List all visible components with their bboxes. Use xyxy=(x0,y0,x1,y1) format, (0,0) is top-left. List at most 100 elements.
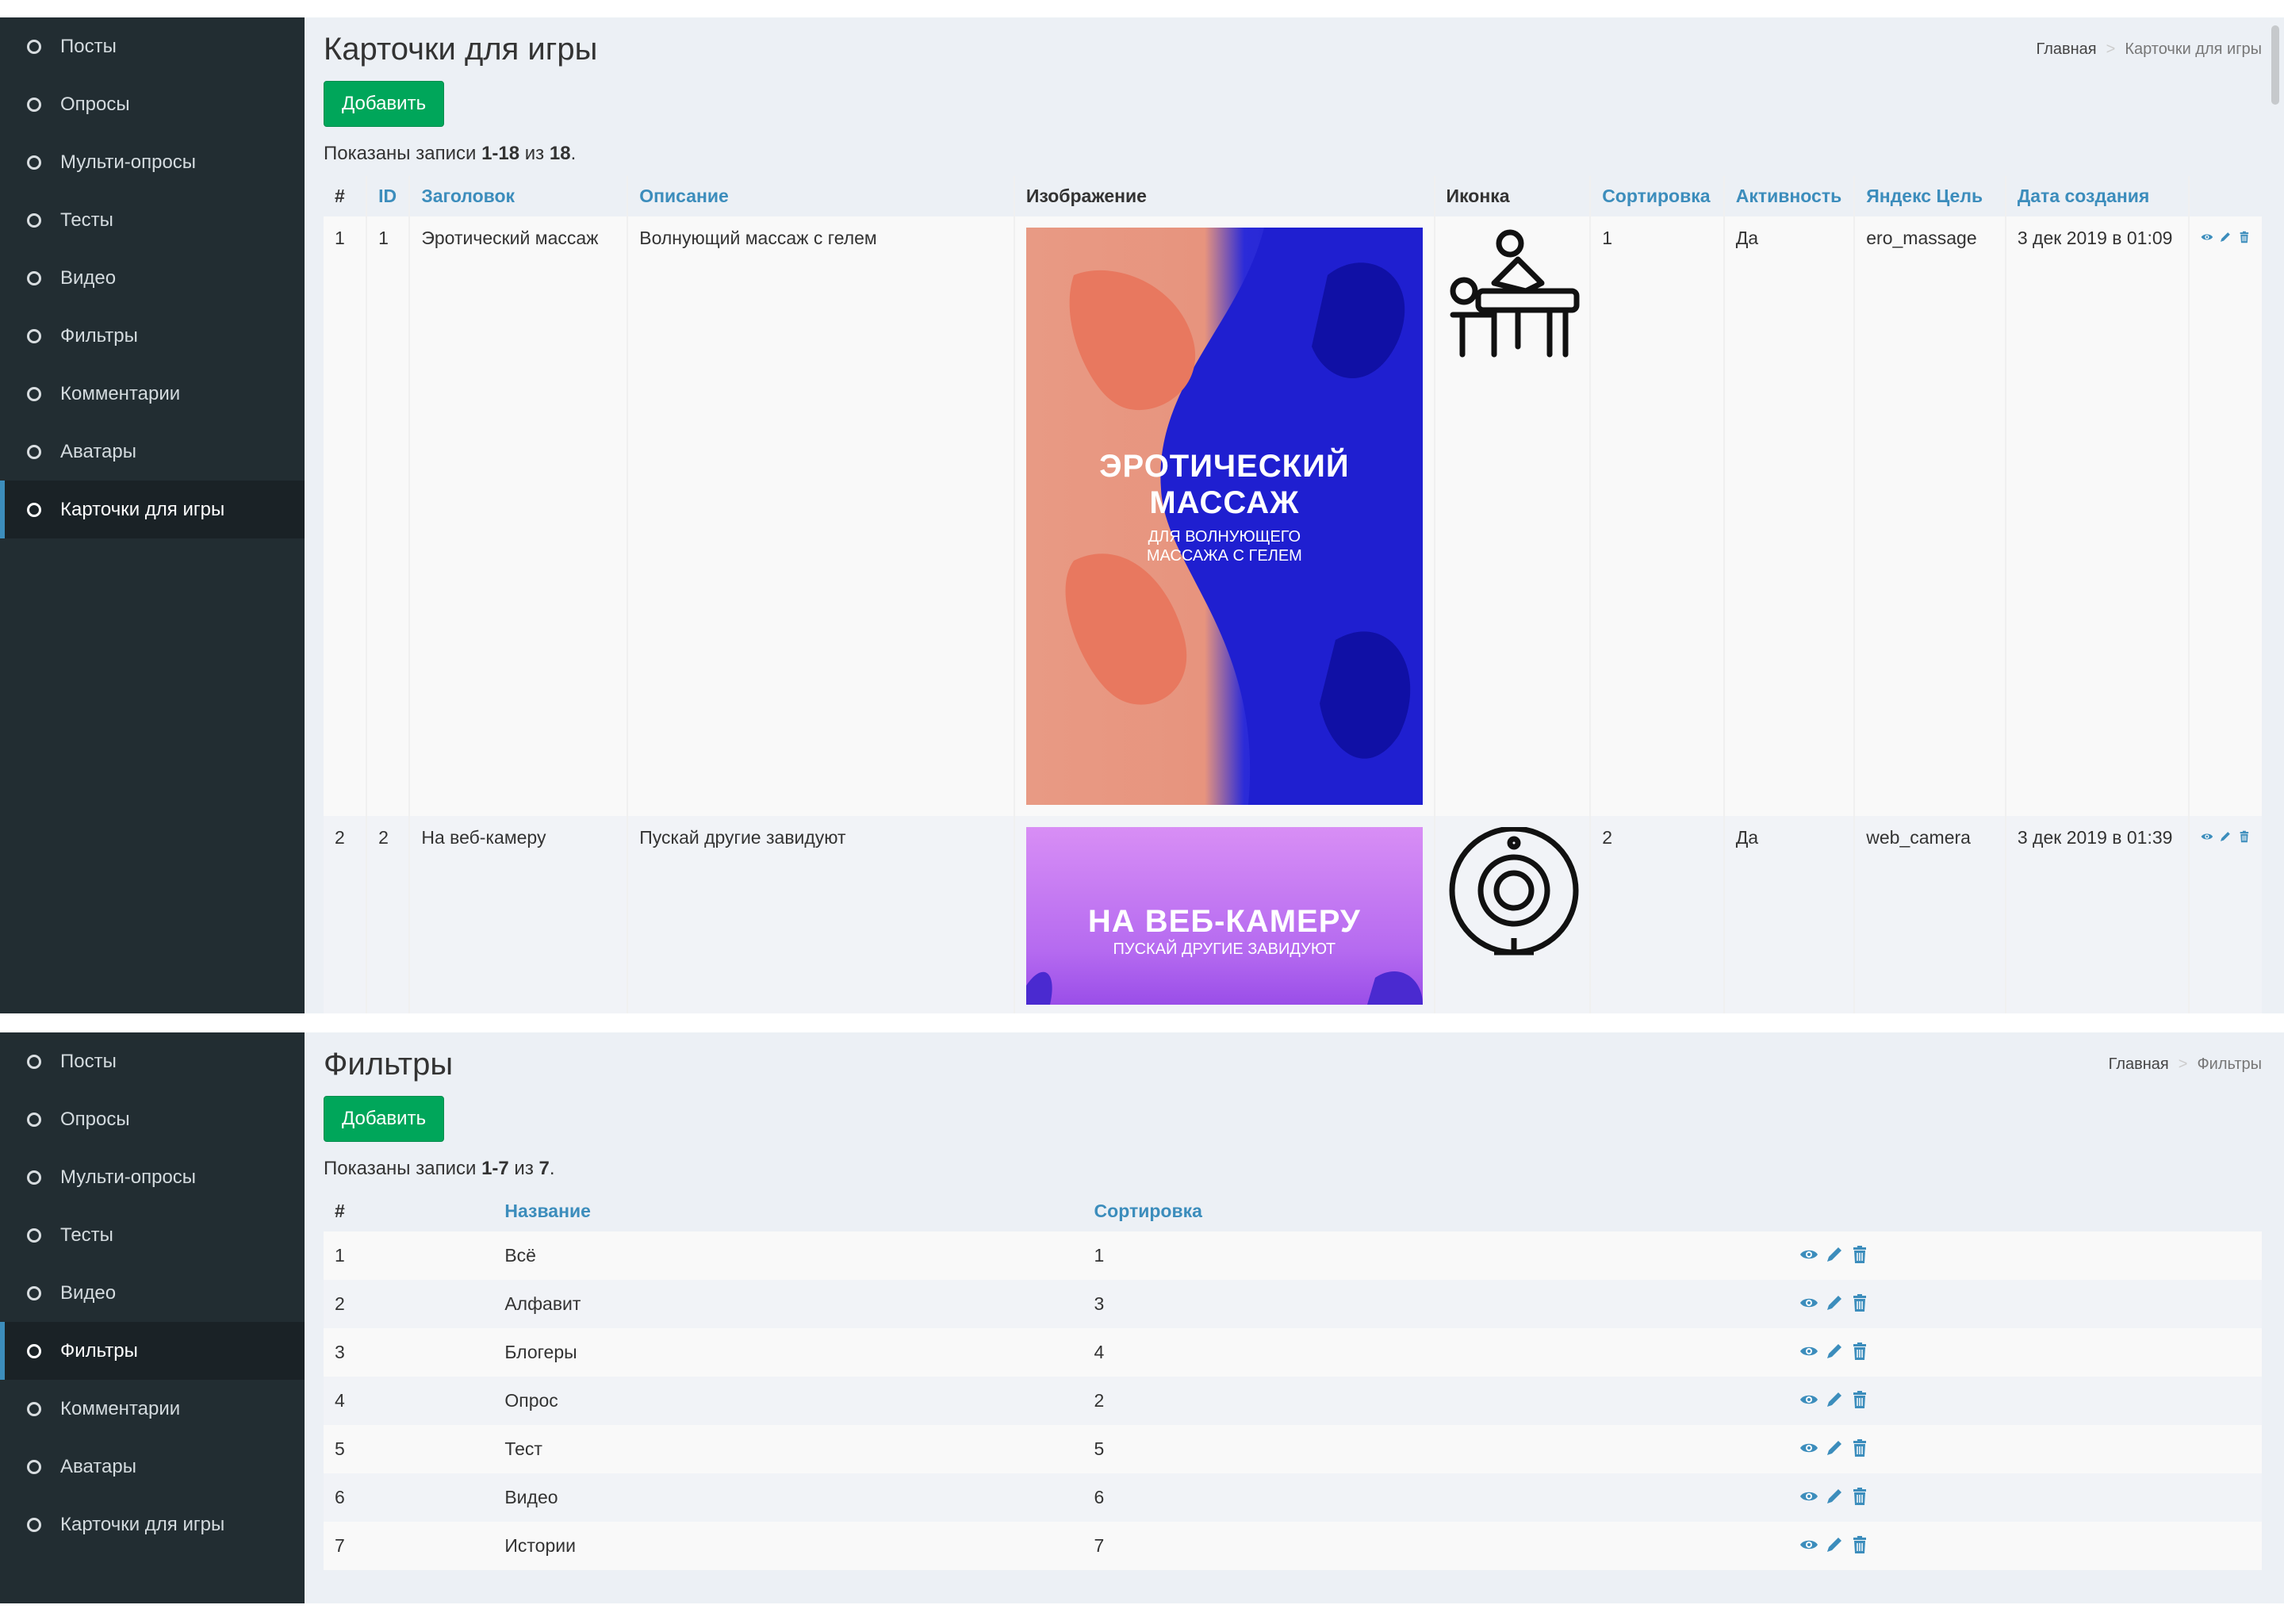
sidebar-item-posts[interactable]: Посты xyxy=(0,17,305,75)
circle-icon xyxy=(27,1285,41,1300)
column-header-created[interactable]: Дата создания xyxy=(2005,176,2190,216)
sidebar-item-multi-polls[interactable]: Мульти-опросы xyxy=(0,1148,305,1206)
cell-icon xyxy=(1434,816,1592,1013)
eye-icon[interactable] xyxy=(2201,827,2213,846)
circle-icon xyxy=(27,1343,41,1358)
pencil-icon[interactable] xyxy=(1825,1487,1844,1506)
cell-yandex-goal: web_camera xyxy=(1854,816,2006,1013)
cell-name: Истории xyxy=(493,1522,1083,1570)
circle-icon xyxy=(27,213,41,228)
eye-icon[interactable] xyxy=(1799,1487,1818,1506)
cell-sort: 3 xyxy=(1083,1280,1788,1328)
eye-icon[interactable] xyxy=(1799,1293,1818,1312)
sidebar-nav: Посты Опросы Мульти-опросы Тесты Видео Ф… xyxy=(0,1032,305,1553)
sidebar-item-multi-polls[interactable]: Мульти-опросы xyxy=(0,133,305,191)
eye-icon[interactable] xyxy=(2201,228,2213,247)
column-header-active[interactable]: Активность xyxy=(1723,176,1856,216)
sidebar-item-game-cards[interactable]: Карточки для игры xyxy=(0,1496,305,1553)
cell-description: Пускай другие завидуют xyxy=(627,816,1015,1013)
sidebar-item-comments[interactable]: Комментарии xyxy=(0,365,305,423)
eye-icon[interactable] xyxy=(1799,1390,1818,1409)
breadcrumb-home-link[interactable]: Главная xyxy=(2109,1055,2169,1073)
column-header-id[interactable]: ID xyxy=(366,176,411,216)
page-title: Фильтры xyxy=(324,1046,454,1082)
pencil-icon[interactable] xyxy=(1825,1245,1844,1264)
cell-id: 2 xyxy=(366,816,411,1013)
column-header-sort[interactable]: Сортировка xyxy=(1590,176,1725,216)
cards-screen: Посты Опросы Мульти-опросы Тесты Видео Ф… xyxy=(0,17,2284,1013)
sidebar-item-comments[interactable]: Комментарии xyxy=(0,1380,305,1438)
column-header-name[interactable]: Название xyxy=(493,1191,1083,1231)
eye-icon[interactable] xyxy=(1799,1245,1818,1264)
sidebar-item-tests[interactable]: Тесты xyxy=(0,191,305,249)
breadcrumb-current: Карточки для игры xyxy=(2125,40,2262,58)
pencil-icon[interactable] xyxy=(1825,1293,1844,1312)
massage-poster-image: ЭРОТИЧЕСКИЙ МАССАЖ ДЛЯ ВОЛНУЮЩЕГО МАССАЖ… xyxy=(1025,228,1423,805)
summary-text: Показаны записи 1-7 из 7. xyxy=(324,1158,2262,1180)
circle-icon xyxy=(27,270,41,285)
cards-table: # ID Заголовок Описание Изображение Икон… xyxy=(324,176,2262,1013)
eye-icon[interactable] xyxy=(1799,1342,1818,1361)
row-actions xyxy=(1799,1245,2251,1264)
circle-icon xyxy=(27,1170,41,1185)
sidebar-item-label: Аватары xyxy=(60,1455,136,1477)
cell-active: Да xyxy=(1723,216,1856,816)
cell-icon xyxy=(1434,216,1592,816)
trash-icon[interactable] xyxy=(2238,827,2251,846)
trash-icon[interactable] xyxy=(1850,1245,1869,1264)
eye-icon[interactable] xyxy=(1799,1438,1818,1457)
cell-actions xyxy=(1788,1522,2262,1570)
sidebar-item-polls[interactable]: Опросы xyxy=(0,75,305,133)
column-header-sort[interactable]: Сортировка xyxy=(1083,1191,1788,1231)
sidebar-item-avatars[interactable]: Аватары xyxy=(0,423,305,481)
sidebar-item-avatars[interactable]: Аватары xyxy=(0,1438,305,1496)
poster-sub-line1: ПУСКАЙ ДРУГИЕ ЗАВИДУЮТ xyxy=(1113,940,1336,958)
webcam-poster-image: НА ВЕБ-КАМЕРУ ПУСКАЙ ДРУГИЕ ЗАВИДУЮТ xyxy=(1025,827,1423,1005)
sidebar-item-video[interactable]: Видео xyxy=(0,1264,305,1322)
pencil-icon[interactable] xyxy=(1825,1535,1844,1554)
cell-number: 1 xyxy=(324,1231,494,1280)
trash-icon[interactable] xyxy=(1850,1438,1869,1457)
cell-name: Блогеры xyxy=(493,1328,1083,1377)
cell-actions xyxy=(1788,1377,2262,1425)
pencil-icon[interactable] xyxy=(2219,228,2232,247)
trash-icon[interactable] xyxy=(1850,1487,1869,1506)
cell-sort: 6 xyxy=(1083,1473,1788,1522)
pencil-icon[interactable] xyxy=(1825,1438,1844,1457)
circle-icon xyxy=(27,386,41,401)
sidebar-item-tests[interactable]: Тесты xyxy=(0,1206,305,1264)
trash-icon[interactable] xyxy=(1850,1390,1869,1409)
pencil-icon[interactable] xyxy=(2219,827,2232,846)
sidebar-item-polls[interactable]: Опросы xyxy=(0,1090,305,1148)
sidebar-item-game-cards[interactable]: Карточки для игры xyxy=(0,481,305,538)
breadcrumb-home-link[interactable]: Главная xyxy=(2037,40,2097,58)
sidebar-item-video[interactable]: Видео xyxy=(0,249,305,307)
cell-active: Да xyxy=(1723,816,1856,1013)
table-header-row: # Название Сортировка xyxy=(324,1191,2262,1231)
filters-table: # Название Сортировка 1 Всё 1 2 Алфавит 3 3Б… xyxy=(324,1191,2262,1570)
column-header-title[interactable]: Заголовок xyxy=(409,176,629,216)
sidebar-item-filters[interactable]: Фильтры xyxy=(0,307,305,365)
trash-icon[interactable] xyxy=(1850,1342,1869,1361)
poster-title-line1: ЭРОТИЧЕСКИЙ xyxy=(1099,449,1350,484)
cell-number: 3 xyxy=(324,1328,494,1377)
add-button[interactable]: Добавить xyxy=(324,81,445,127)
circle-icon xyxy=(27,328,41,343)
pencil-icon[interactable] xyxy=(1825,1390,1844,1409)
pencil-icon[interactable] xyxy=(1825,1342,1844,1361)
table-row: 1 Всё 1 xyxy=(324,1231,2262,1280)
filters-screen: Посты Опросы Мульти-опросы Тесты Видео Ф… xyxy=(0,1032,2284,1603)
column-header-description[interactable]: Описание xyxy=(627,176,1015,216)
scrollbar-thumb[interactable] xyxy=(2271,25,2279,105)
sidebar-item-filters[interactable]: Фильтры xyxy=(0,1322,305,1380)
eye-icon[interactable] xyxy=(1799,1535,1818,1554)
cell-sort: 1 xyxy=(1590,216,1725,816)
trash-icon[interactable] xyxy=(1850,1535,1869,1554)
sidebar-item-label: Посты xyxy=(60,1050,117,1072)
trash-icon[interactable] xyxy=(2238,228,2251,247)
sidebar-item-posts[interactable]: Посты xyxy=(0,1032,305,1090)
trash-icon[interactable] xyxy=(1850,1293,1869,1312)
column-header-yandex-goal[interactable]: Яндекс Цель xyxy=(1854,176,2006,216)
add-button[interactable]: Добавить xyxy=(324,1096,445,1142)
column-header-number: # xyxy=(324,176,368,216)
